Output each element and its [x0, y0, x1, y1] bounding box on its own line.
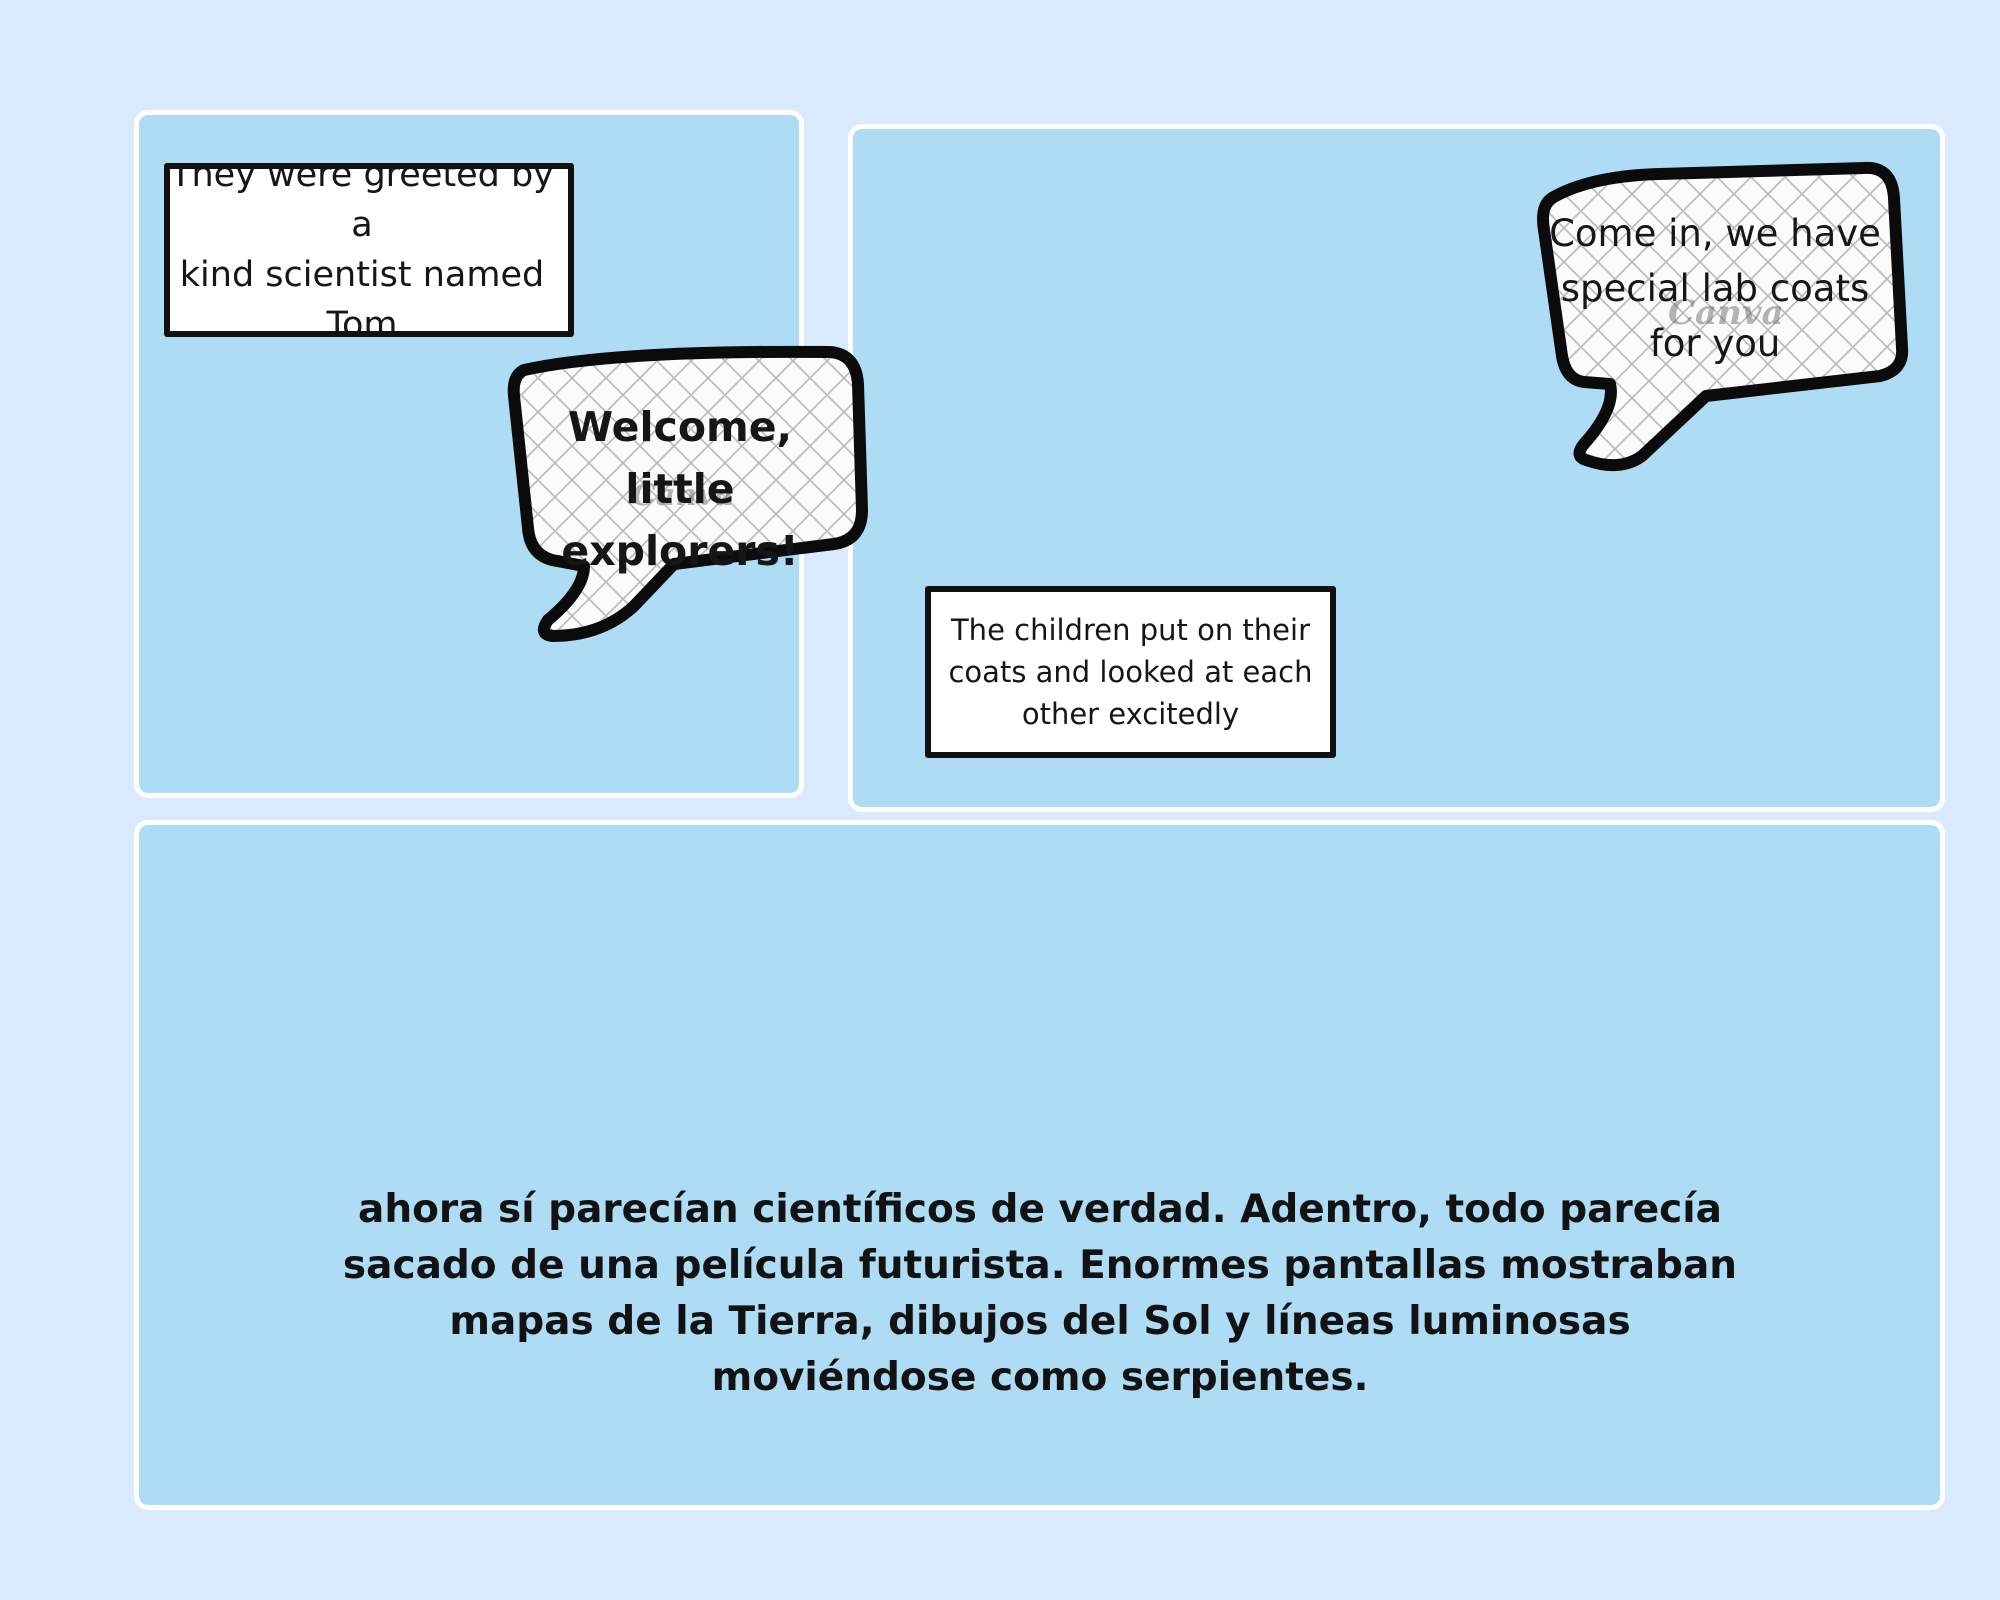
caption-text-2: The children put on their coats and look… — [948, 613, 1313, 731]
caption-text-1: They were greeted by a kind scientist na… — [170, 163, 554, 337]
comic-panel-3 — [134, 820, 1945, 1510]
caption-box-1: They were greeted by a kind scientist na… — [164, 163, 574, 337]
speech-text-2: Come in, we have special lab coats for y… — [1549, 212, 1881, 365]
speech-text-1: Welcome, little explorers! — [561, 403, 799, 575]
caption-box-2: The children put on their coats and look… — [925, 586, 1336, 758]
narration-text: ahora sí parecían científicos de verdad.… — [342, 1187, 1738, 1400]
